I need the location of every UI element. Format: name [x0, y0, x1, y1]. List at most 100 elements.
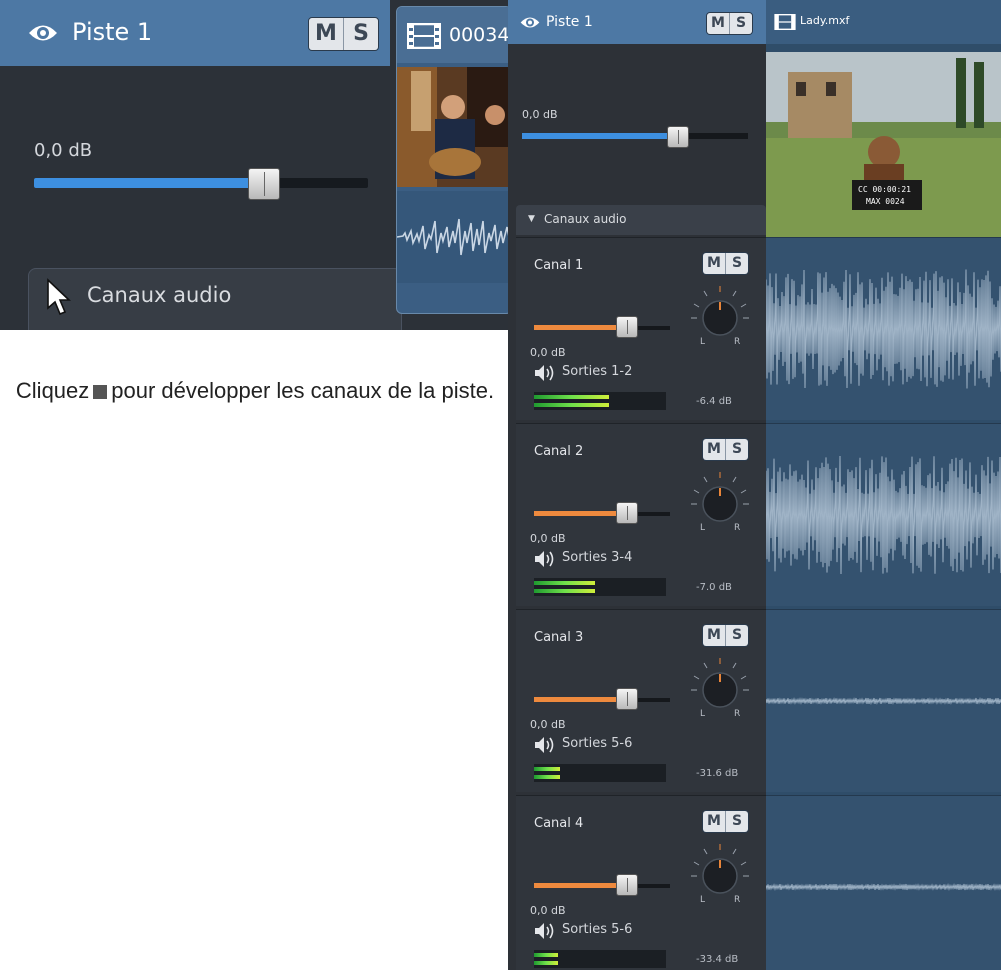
channel-row: Canal 4 M S 0,0 dB L R Sorties 5-6 -33.4… — [516, 795, 766, 970]
channel-volume-thumb[interactable] — [616, 874, 638, 896]
mute-solo-group: M S — [308, 17, 379, 51]
track-title: Piste 1 — [546, 14, 593, 30]
channel-volume-fill — [534, 325, 626, 330]
track-body — [508, 44, 767, 204]
mute-solo-group: M S — [702, 438, 749, 461]
channel-solo-button[interactable]: S — [725, 253, 748, 274]
speaker-icon[interactable] — [534, 364, 556, 382]
clip-name: Lady.mxf — [800, 14, 850, 27]
level-meter — [534, 392, 666, 410]
collapse-triangle-icon[interactable]: ▼ — [528, 214, 535, 224]
timeline-track[interactable]: Lady.mxf CC 00:00:21 MAX 0024 — [766, 0, 1001, 970]
channel-solo-button[interactable]: S — [725, 811, 748, 832]
clip-waveform — [397, 191, 510, 283]
channel-mute-button[interactable]: M — [703, 625, 725, 646]
level-meter — [534, 950, 666, 968]
svg-text:MAX 0024: MAX 0024 — [866, 197, 905, 206]
clip-header: 00034. — [397, 7, 510, 63]
channel-output[interactable]: Sorties 5-6 — [562, 922, 632, 937]
channel-volume-thumb[interactable] — [616, 316, 638, 338]
pan-left-label: L — [700, 709, 705, 719]
channel-row: Canal 2 M S 0,0 dB L R Sorties 3-4 -7.0 … — [516, 423, 766, 606]
clip-name: 00034. — [449, 24, 510, 46]
channel-mute-button[interactable]: M — [703, 253, 725, 274]
clip-column[interactable]: 00034. — [396, 6, 510, 314]
volume-slider-fill — [34, 178, 264, 188]
mute-solo-group: M S — [702, 810, 749, 833]
pan-knob-icon[interactable]: L R — [688, 840, 752, 906]
speaker-icon[interactable] — [534, 922, 556, 940]
clip-header: Lady.mxf — [766, 0, 1001, 44]
pan-right-label: R — [734, 709, 740, 719]
canaux-audio-label: Canaux audio — [87, 283, 232, 307]
channel-name: Canal 3 — [534, 630, 584, 645]
channel-volume-value: 0,0 dB — [530, 904, 566, 917]
mute-button[interactable]: M — [309, 18, 343, 50]
pan-knob-icon[interactable]: L R — [688, 654, 752, 720]
level-meter-bar-left — [534, 395, 609, 399]
canaux-audio-toggle[interactable]: ▼ Canaux audio — [516, 205, 766, 235]
pan-left-label: L — [700, 523, 705, 533]
speaker-icon[interactable] — [534, 550, 556, 568]
channel-waveform — [766, 609, 1001, 792]
volume-value: 0,0 dB — [34, 140, 93, 161]
track-header-bar: Piste 1 M S — [508, 0, 767, 44]
canaux-audio-toggle[interactable]: ▶ Canaux audio — [28, 268, 402, 330]
mute-solo-group: M S — [702, 624, 749, 647]
channel-mute-button[interactable]: M — [703, 439, 725, 460]
pan-left-label: L — [700, 895, 705, 905]
pan-left-label: L — [700, 337, 705, 347]
channel-row: Canal 1 M S 0,0 dB L R Sorties 1-2 -6.4 … — [516, 237, 766, 420]
solo-button[interactable]: S — [343, 18, 378, 50]
level-meter-bar-right — [534, 403, 609, 407]
speaker-icon[interactable] — [534, 736, 556, 754]
channel-output[interactable]: Sorties 3-4 — [562, 550, 632, 565]
instruction-caption: Cliquez pour développer les canaux de la … — [0, 376, 510, 406]
expand-square-icon — [93, 385, 108, 399]
channel-volume-value: 0,0 dB — [530, 532, 566, 545]
solo-button[interactable]: S — [729, 13, 752, 34]
level-meter — [534, 578, 666, 596]
volume-slider-thumb[interactable] — [248, 168, 280, 200]
channel-output[interactable]: Sorties 5-6 — [562, 736, 632, 751]
channel-solo-button[interactable]: S — [725, 439, 748, 460]
canaux-audio-label: Canaux audio — [544, 212, 627, 226]
pan-knob-icon[interactable]: L R — [688, 468, 752, 534]
eye-icon[interactable] — [28, 22, 58, 44]
channel-volume-value: 0,0 dB — [530, 718, 566, 731]
channel-solo-button[interactable]: S — [725, 625, 748, 646]
mute-solo-group: M S — [706, 12, 753, 35]
level-meter — [534, 764, 666, 782]
meter-db-value: -6.4 dB — [696, 396, 732, 407]
track-header-bar: Piste 1 M S — [0, 0, 390, 66]
level-meter-bar-left — [534, 953, 558, 957]
channel-volume-thumb[interactable] — [616, 688, 638, 710]
zoomed-track-header: Piste 1 M S 0,0 dB ▶ Canaux audio 00034. — [0, 0, 510, 330]
channel-name: Canal 4 — [534, 816, 584, 831]
film-icon — [774, 14, 796, 30]
meter-db-value: -33.4 dB — [696, 954, 739, 965]
channel-volume-fill — [534, 697, 626, 702]
pan-knob-icon[interactable]: L R — [688, 282, 752, 348]
channel-volume-thumb[interactable] — [616, 502, 638, 524]
level-meter-bar-right — [534, 589, 595, 593]
svg-text:CC 00:00:21: CC 00:00:21 — [858, 185, 911, 194]
volume-slider-fill — [522, 133, 682, 139]
caption-before: Cliquez — [15, 378, 90, 403]
channel-volume-value: 0,0 dB — [530, 346, 566, 359]
channel-volume-fill — [534, 511, 626, 516]
level-meter-bar-left — [534, 767, 560, 771]
channel-output[interactable]: Sorties 1-2 — [562, 364, 632, 379]
mute-button[interactable]: M — [707, 13, 729, 34]
eye-icon[interactable] — [520, 15, 540, 30]
caption-after: pour développer les canaux de la piste. — [111, 378, 495, 403]
level-meter-bar-right — [534, 775, 560, 779]
pan-right-label: R — [734, 337, 740, 347]
expanded-track-panel: Piste 1 M S 0,0 dB ▼ Canaux audio Canal … — [508, 0, 1001, 970]
channel-mute-button[interactable]: M — [703, 811, 725, 832]
channel-name: Canal 2 — [534, 444, 584, 459]
level-meter-bar-left — [534, 581, 595, 585]
volume-slider-thumb[interactable] — [667, 126, 689, 148]
pan-right-label: R — [734, 895, 740, 905]
channel-waveform — [766, 237, 1001, 420]
